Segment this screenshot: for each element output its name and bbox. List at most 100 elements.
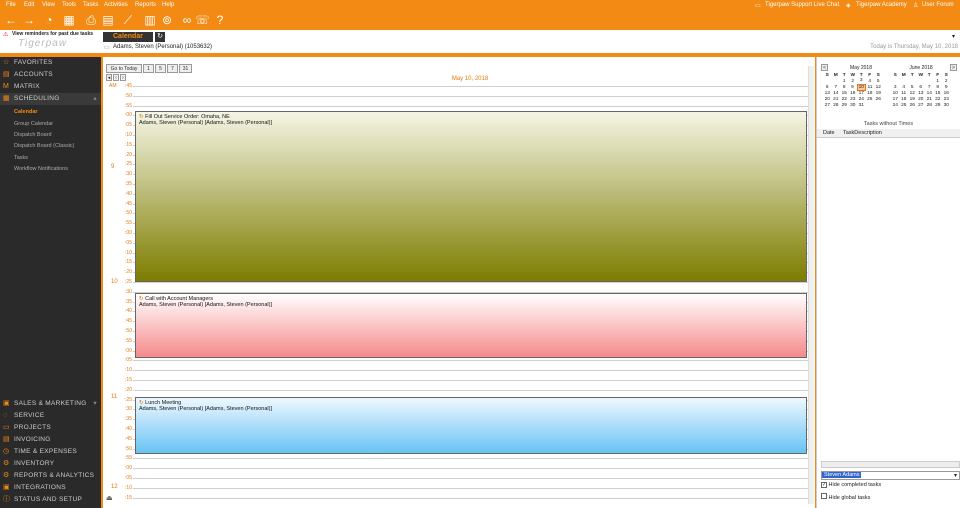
menu-view[interactable]: View [42,2,55,8]
time-slot[interactable] [133,468,813,470]
day-cell[interactable]: 24 [891,102,900,108]
nav-matrix[interactable]: M MATRIX [0,81,101,93]
next-month-icon[interactable]: > [950,64,957,71]
horizontal-scrollbar[interactable] [821,461,960,468]
forward-icon[interactable]: → [22,13,36,27]
menu-help[interactable]: Help [162,2,174,8]
user-select[interactable]: Steven Adams ▾ [821,471,960,480]
prev-icon-2[interactable]: ‹ [113,74,119,81]
time-slot[interactable] [133,360,813,362]
nav-accounts[interactable]: ▤ ACCOUNTS [0,69,101,81]
week-view-button[interactable]: 7 [167,64,178,73]
time-slot[interactable] [133,478,813,479]
chat-icon[interactable]: ▭ [755,2,761,9]
appointment-attendees: Adams, Steven (Personal) [Adams, Steven … [139,406,272,412]
report-icon[interactable]: ▤ [101,13,115,27]
support-chat-link[interactable]: Tigerpaw Support Live Chat [765,2,839,8]
sidebar-item-dispatch-classic[interactable]: Dispatch Board (Classic) [0,141,101,152]
forum-icon[interactable]: ♙ [913,2,918,9]
nav-service[interactable]: ◌ SERVICE [0,410,101,422]
day-cell[interactable]: 25 [900,102,909,108]
menu-edit[interactable]: Edit [24,2,34,8]
chevron-down-icon[interactable]: ▾ [952,33,955,40]
sidebar-item-dispatch-board[interactable]: Dispatch Board [0,130,101,141]
grid-icon[interactable]: ▥ [143,13,157,27]
time-slot[interactable] [133,95,813,97]
nav-scheduling[interactable]: ▦ SCHEDULING ▴ [0,93,101,105]
time-slot[interactable] [133,282,813,283]
col-date[interactable]: Date [823,130,835,136]
day-cell[interactable]: 31 [857,102,866,108]
sidebar-item-calendar[interactable]: Calendar [0,107,101,118]
time-slot[interactable] [133,370,813,372]
nav-status-setup[interactable]: ⓘ STATUS AND SETUP [0,494,101,506]
day-cell[interactable]: 30 [942,102,951,108]
calendar-icon[interactable]: ▦ [62,13,76,27]
day-cell[interactable]: 30 [849,102,858,108]
nav-sales-marketing[interactable]: ▣ SALES & MARKETING ▾ [0,398,101,410]
mini-calendar-june[interactable]: S M T W T F S 1 2 3 4 5 6 7 8 9 10 11 12 13 14 15 16 17 18 19 20 21… [891,72,951,108]
col-task-description[interactable]: TaskDescription [843,130,882,136]
phone-icon[interactable]: ☏ [195,13,210,27]
sidebar-item-workflow[interactable]: Workflow Notifications [0,164,101,175]
forum-link[interactable]: User Forum [922,2,954,8]
prev-icon[interactable]: ◂ [106,74,112,81]
back-icon[interactable]: ← [4,13,18,27]
nav-integrations[interactable]: ▣ INTEGRATIONS [0,482,101,494]
time-label: :45 [125,200,132,207]
nav-favorites[interactable]: ☆ FAVORITES [0,57,101,69]
next-icon[interactable]: › [120,74,126,81]
appointment[interactable]: ↻ Lunch Meeting Adams, Steven (Personal)… [135,397,807,454]
sidebar-item-group-calendar[interactable]: Group Calendar [0,119,101,130]
sidebar-item-tasks[interactable]: Tasks [0,153,101,164]
time-slot[interactable] [133,487,813,489]
nav-projects[interactable]: ▭ PROJECTS [0,422,101,434]
appointment[interactable]: ↻ Fill Out Service Order: Omaha, NE Adam… [135,111,807,282]
tags-icon[interactable]: ⊚ [160,13,174,27]
day-cell[interactable] [866,102,875,108]
hide-global-checkbox[interactable]: Hide global tasks [821,493,870,501]
day-cell[interactable]: 27 [823,102,832,108]
time-slot[interactable] [133,380,813,381]
nav-invoicing[interactable]: ▤ INVOICING [0,434,101,446]
month-view-button[interactable]: 31 [179,64,192,73]
chart-icon[interactable]: ⟋ [121,13,135,27]
menu-tasks[interactable]: Tasks [83,2,98,8]
day-cell[interactable]: 28 [925,102,934,108]
history-icon[interactable]: ◔ [42,13,56,27]
day-cell[interactable]: 29 [934,102,943,108]
glasses-icon[interactable]: ∞ [180,13,194,27]
menu-tools[interactable]: Tools [62,2,76,8]
day-cell[interactable]: 28 [832,102,841,108]
hide-completed-checkbox[interactable]: ✓ Hide completed tasks [821,482,881,488]
day-cell[interactable]: 26 [908,102,917,108]
vertical-scrollbar[interactable] [808,66,814,504]
tab-calendar[interactable]: Calendar [103,32,153,42]
refresh-icon[interactable]: ↻ [155,32,165,42]
time-slot[interactable] [133,389,813,391]
menu-reports[interactable]: Reports [135,2,156,8]
reminder-link[interactable]: View reminders for past due tasks [12,31,93,37]
help-icon[interactable]: ? [213,13,227,27]
nav-time-expenses[interactable]: ◷ TIME & EXPENSES [0,446,101,458]
nav-inventory[interactable]: ⚙ INVENTORY [0,458,101,470]
menu-file[interactable]: File [6,2,16,8]
time-slot[interactable] [133,105,813,107]
workweek-view-button[interactable]: 5 [155,64,166,73]
academy-link[interactable]: Tigerpaw Academy [856,2,907,8]
time-slot[interactable] [133,497,813,499]
nav-reports[interactable]: ⚙ REPORTS & ANALYTICS [0,470,101,482]
academy-icon[interactable]: ◈ [846,2,851,9]
time-slot[interactable] [133,86,813,87]
day-view-button[interactable]: 1 [143,64,154,73]
day-cell[interactable] [874,102,883,108]
time-slot[interactable] [133,458,813,460]
print-icon[interactable]: ⎙ [84,13,98,27]
mini-calendar-may[interactable]: S M T W T F S 1 2 3 4 5 6 7 8 9 10 11 12 13 14 15 16 17 18 19 20 21… [823,72,883,108]
appointment[interactable]: ↻ Call with Account Managers Adams, Stev… [135,293,807,358]
day-cell[interactable]: 29 [840,102,849,108]
day-cell[interactable]: 27 [917,102,926,108]
prev-month-icon[interactable]: < [821,64,828,71]
go-to-today-button[interactable]: Go to Today [106,64,142,73]
menu-activities[interactable]: Activities [104,2,128,8]
